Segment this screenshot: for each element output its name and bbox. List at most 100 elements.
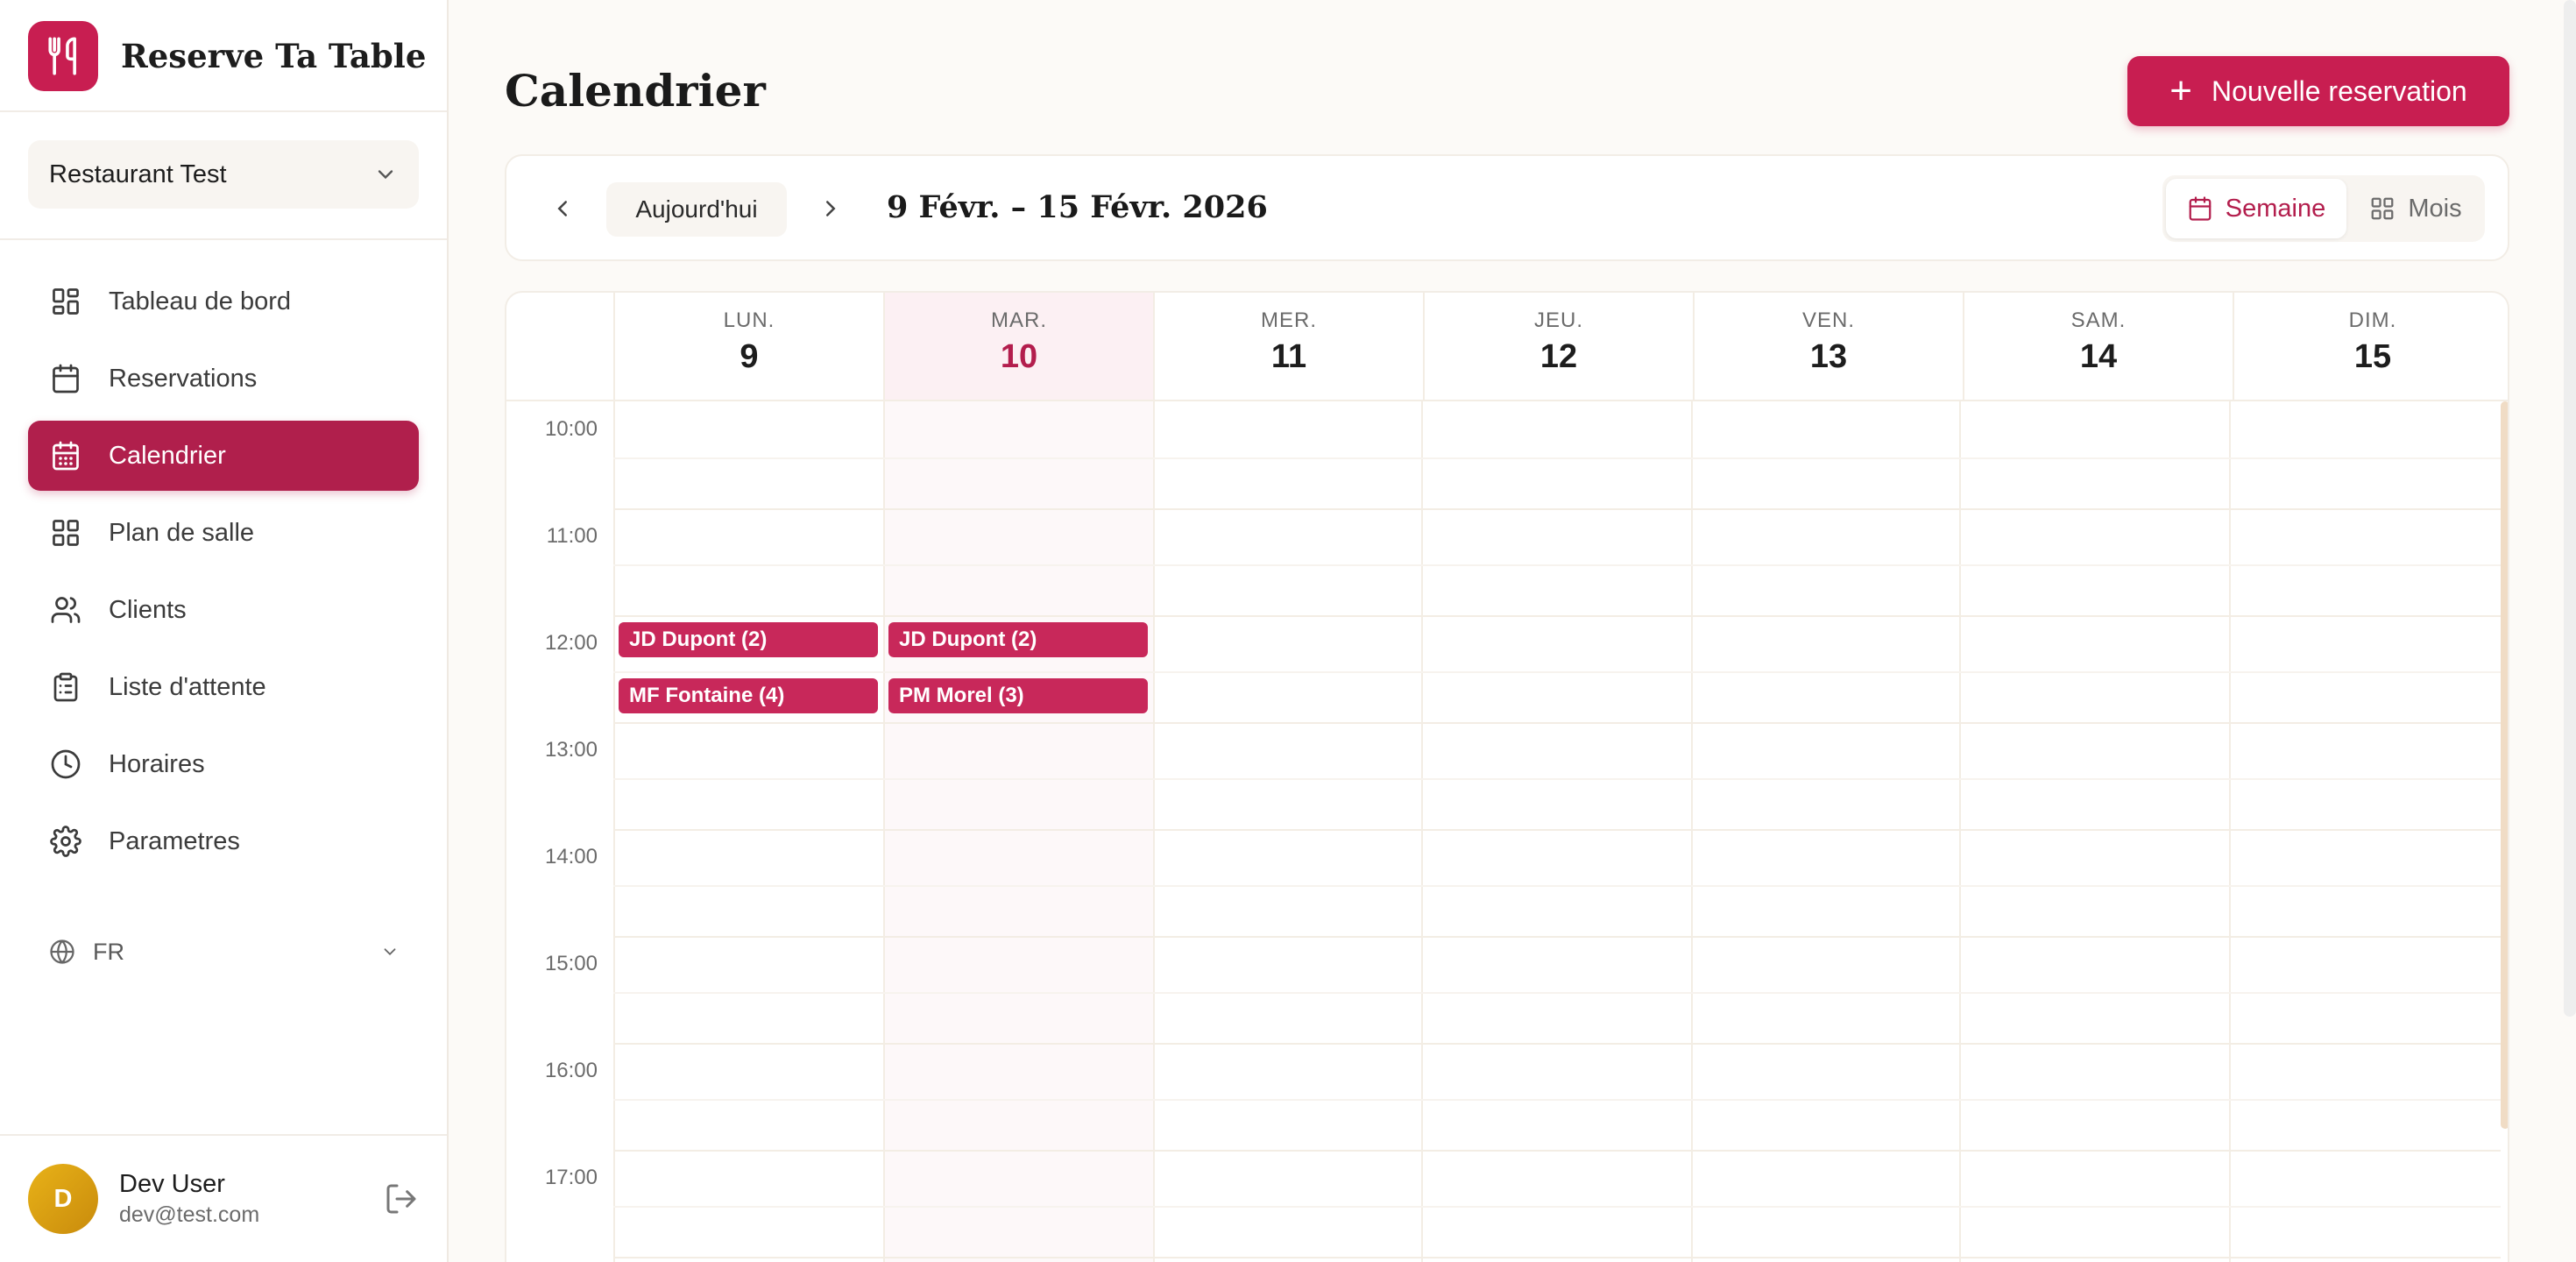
day-column-today[interactable] (883, 401, 1153, 1262)
user-email: dev@test.com (119, 1202, 260, 1227)
next-week-button[interactable] (810, 188, 852, 230)
chevron-down-icon (384, 948, 396, 956)
day-header[interactable]: DIM. 15 (2233, 293, 2508, 400)
hour-line (613, 508, 2501, 510)
avatar[interactable]: D (28, 1164, 98, 1234)
user-profile: D Dev User dev@test.com (28, 1162, 419, 1236)
nav-item-label: Liste d'attente (109, 672, 266, 701)
day-number: 15 (2353, 338, 2392, 375)
half-hour-line (613, 778, 2501, 780)
day-number: 10 (1000, 338, 1038, 375)
day-number: 12 (1539, 338, 1578, 375)
grid-icon (49, 516, 82, 549)
reservation-event[interactable]: PM Morel (3) (888, 678, 1148, 713)
nav-item-reservations[interactable]: Reservations (28, 344, 419, 414)
day-number: 14 (2079, 338, 2118, 375)
today-button[interactable]: Aujourd'hui (606, 182, 787, 237)
half-hour-line (613, 671, 2501, 673)
day-header[interactable]: SAM. 14 (1963, 293, 2233, 400)
restaurant-select-value: Restaurant Test (49, 160, 227, 188)
sidebar: Reserve Ta Table Restaurant Test Tableau… (0, 0, 449, 1262)
page-title: Calendrier (505, 65, 766, 117)
day-header[interactable]: VEN. 13 (1693, 293, 1963, 400)
time-column: 10:00 11:00 12:00 13:00 14:00 15:00 16:00 17:00 (506, 401, 613, 1262)
reservation-event[interactable]: JD Dupont (2) (619, 622, 878, 657)
nav-item-label: Tableau de bord (109, 287, 291, 316)
chevron-down-icon (378, 170, 393, 180)
logout-icon[interactable] (384, 1181, 419, 1216)
chevron-right-icon (826, 201, 836, 216)
day-column[interactable] (1959, 401, 2229, 1262)
day-number: 9 (740, 338, 759, 375)
time-label: 10:00 (544, 417, 598, 441)
calendar-icon (2189, 196, 2212, 221)
day-name: JEU. (1533, 308, 1583, 332)
month-view-button[interactable]: Mois (2350, 179, 2481, 238)
day-header[interactable]: MER. 11 (1153, 293, 1423, 400)
nav-item-calendar[interactable]: Calendrier (28, 421, 419, 491)
new-reservation-label: Nouvelle reservation (2212, 74, 2467, 107)
day-name: MER. (1261, 308, 1317, 332)
time-label: 17:00 (544, 1166, 598, 1189)
page-scrollbar[interactable] (2564, 0, 2576, 1017)
view-switch: Semaine Mois (2162, 175, 2485, 242)
day-header[interactable]: LUN. 9 (613, 293, 883, 400)
day-header[interactable]: JEU. 12 (1423, 293, 1693, 400)
nav-item-label: Calendrier (109, 441, 226, 470)
divider (0, 238, 447, 240)
divider (0, 110, 447, 112)
time-label: 16:00 (544, 1059, 598, 1082)
half-hour-line (613, 885, 2501, 887)
user-info: Dev User dev@test.com (119, 1170, 384, 1228)
clipboard-icon (49, 670, 82, 704)
language-select[interactable]: FR (49, 934, 400, 969)
calendar-scrollbar[interactable] (2501, 401, 2508, 1129)
brand[interactable]: Reserve Ta Table (28, 21, 426, 91)
dashboard-icon (49, 285, 82, 318)
hour-line (613, 1150, 2501, 1152)
reservation-event[interactable]: JD Dupont (2) (888, 622, 1148, 657)
nav-item-hours[interactable]: Horaires (28, 729, 419, 799)
nav-item-waitlist[interactable]: Liste d'attente (28, 652, 419, 722)
week-view-button[interactable]: Semaine (2166, 179, 2346, 238)
calendar-toolbar: Aujourd'hui 9 Févr. – 15 Févr. 2026 Sema… (505, 154, 2509, 261)
day-number: 11 (1270, 338, 1307, 375)
day-number: 13 (1809, 338, 1848, 375)
nav-item-dashboard[interactable]: Tableau de bord (28, 266, 419, 337)
globe-icon (50, 939, 74, 964)
time-label: 11:00 (546, 524, 598, 548)
day-header-today[interactable]: MAR. 10 (883, 293, 1153, 400)
language-value: FR (93, 938, 124, 965)
divider (0, 1134, 447, 1136)
users-icon (49, 593, 82, 627)
previous-week-button[interactable] (541, 188, 584, 230)
half-hour-line (613, 992, 2501, 994)
day-name: DIM. (2348, 308, 2397, 332)
day-column[interactable] (1153, 401, 1421, 1262)
day-column[interactable] (1691, 401, 1959, 1262)
calendar-icon (49, 362, 82, 395)
clock-icon (49, 748, 82, 781)
time-label: 15:00 (544, 952, 598, 975)
calendar-header: LUN. 9 MAR. 10 MER. 11 JEU. 12 VEN. 13 S… (506, 293, 2508, 401)
day-column[interactable] (2229, 401, 2501, 1262)
day-name: VEN. (1801, 308, 1855, 332)
day-name: MAR. (991, 308, 1047, 332)
reservation-event[interactable]: MF Fontaine (4) (619, 678, 878, 713)
week-calendar: LUN. 9 MAR. 10 MER. 11 JEU. 12 VEN. 13 S… (505, 291, 2509, 1262)
hour-line (613, 722, 2501, 724)
restaurant-select[interactable]: Restaurant Test (28, 140, 419, 209)
utensils-icon (28, 21, 98, 91)
nav-item-label: Clients (109, 595, 187, 624)
new-reservation-button[interactable]: + Nouvelle reservation (2127, 56, 2509, 126)
nav-item-floor-plan[interactable]: Plan de salle (28, 498, 419, 568)
half-hour-line (613, 564, 2501, 566)
nav-item-settings[interactable]: Parametres (28, 806, 419, 876)
nav-item-clients[interactable]: Clients (28, 575, 419, 645)
gear-icon (49, 825, 82, 858)
day-column[interactable] (1421, 401, 1691, 1262)
day-column[interactable] (613, 401, 883, 1262)
week-view-label: Semaine (2225, 194, 2326, 223)
plus-icon: + (2169, 69, 2192, 112)
calendar-days-icon (49, 439, 82, 472)
